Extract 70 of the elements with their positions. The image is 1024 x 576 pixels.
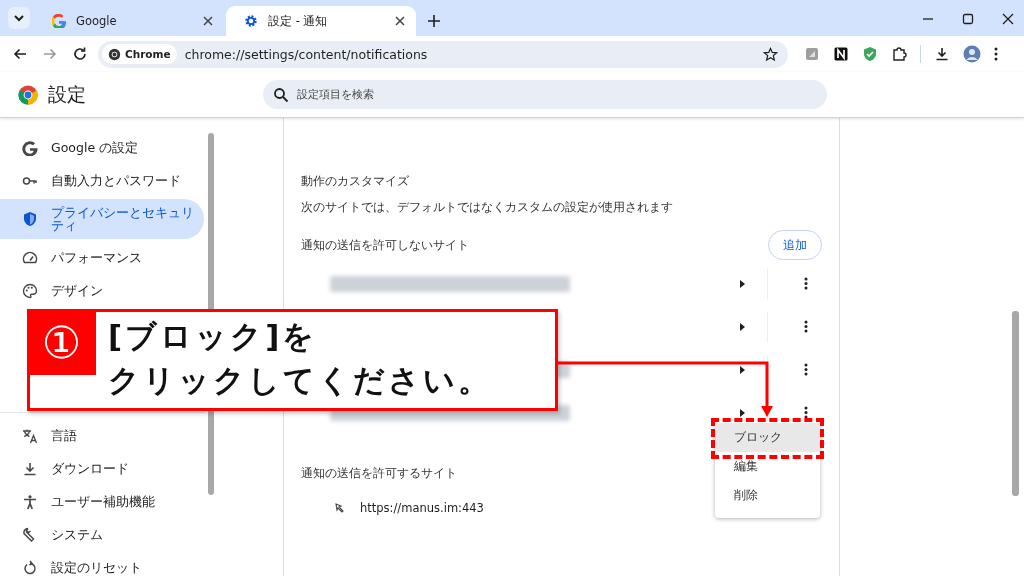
sidebar-item[interactable]: システム [0,518,204,551]
more-icon[interactable] [804,277,808,290]
g-icon [52,14,66,28]
person-icon [22,493,38,510]
section-heading: 通知の送信を許可するサイト [301,464,457,482]
add-button[interactable]: 追加 [768,230,822,260]
expand-arrow-icon[interactable] [740,279,745,288]
close-icon[interactable] [202,15,214,27]
url-text: chrome://settings/content/notifications [184,46,429,62]
reload-icon[interactable] [72,46,88,62]
menu-item[interactable]: 編集 [715,452,820,481]
address-bar[interactable]: Chrome chrome://settings/content/notifications [98,40,788,68]
g-icon [22,139,38,156]
search-icon [273,87,289,103]
sidebar-item[interactable]: Google の設定 [0,131,204,164]
step-number: ① [27,309,96,375]
download-icon [22,460,38,477]
page-title: 設定 [48,81,87,107]
sidebar-item[interactable]: プライバシーとセキュリティ [0,199,204,239]
site-chip[interactable]: Chrome [102,44,177,64]
forward-icon[interactable] [42,46,58,62]
palette-icon [22,282,38,299]
maximize-icon[interactable] [962,13,974,25]
new-tab-icon[interactable] [426,13,442,29]
tab-search-button[interactable] [8,7,30,29]
extension-icon[interactable] [804,46,820,62]
site-icon [334,501,346,514]
star-icon[interactable] [763,46,778,62]
gauge-icon [22,249,38,266]
scrollbar-thumb[interactable] [1012,311,1019,496]
shield-icon [22,211,38,227]
callout-text: クリックしてください。 [108,361,492,400]
shield-check-icon[interactable] [862,46,878,62]
browser-tab[interactable]: Google [34,6,224,36]
translate-icon [22,427,38,444]
sidebar-item[interactable]: ダウンロード [0,452,204,485]
expand-arrow-icon[interactable] [740,322,745,331]
section-heading: 通知の送信を許可しないサイト [301,237,469,253]
browser-tab[interactable]: 設定 - 通知 [226,6,416,36]
chevron-down-icon [14,14,24,22]
sidebar-item[interactable]: 自動入力とパスワード [0,164,204,197]
close-icon[interactable] [1002,13,1014,25]
chrome-logo-icon [108,47,121,61]
chrome-logo-icon [18,84,38,105]
search-field[interactable]: 設定項目を検索 [263,80,827,109]
expand-arrow-icon[interactable] [740,408,745,417]
more-icon[interactable] [804,320,808,333]
expand-arrow-icon[interactable] [740,365,745,374]
sidebar-item[interactable]: ユーザー補助機能 [0,485,204,518]
menu-icon[interactable] [994,46,998,62]
n-square-icon[interactable] [833,46,849,62]
sidebar-item[interactable]: 設定のリセット [0,551,204,576]
puzzle-icon[interactable] [891,46,907,62]
more-icon[interactable] [804,406,808,419]
description-text: 次のサイトでは、デフォルトではなくカスタムの設定が使用されます [301,198,673,216]
site-url: https://manus.im:443 [359,500,484,515]
menu-item[interactable]: 削除 [715,481,820,510]
sidebar-item[interactable]: デザイン [0,274,204,307]
close-icon[interactable] [394,15,406,27]
more-icon[interactable] [804,363,808,376]
reset-icon [22,559,38,576]
download-icon[interactable] [934,46,950,62]
gear-icon [244,14,258,28]
back-icon[interactable] [12,46,28,62]
section-heading: 動作のカスタマイズ [301,172,409,190]
sidebar-item[interactable]: パフォーマンス [0,241,204,274]
sidebar-item[interactable]: 言語 [0,419,204,452]
avatar-icon[interactable] [963,45,981,63]
menu-item[interactable]: ブロック [715,423,820,452]
callout-text: [ブロック]を [108,317,319,356]
